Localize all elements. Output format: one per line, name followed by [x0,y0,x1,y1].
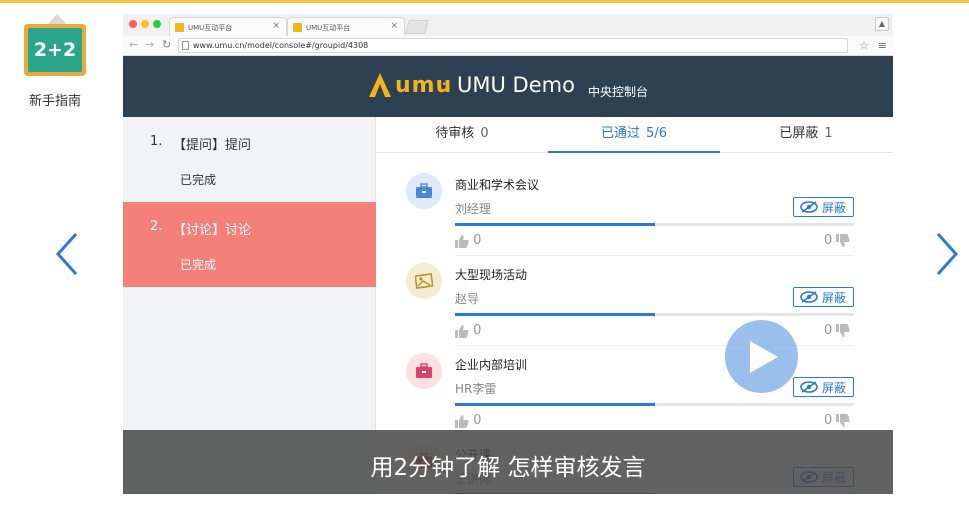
address-bar: ← → ↻ www.umu.cn/model/console#/groupid/… [123,36,893,56]
reload-icon[interactable]: ↻ [162,38,171,51]
browser-tab-active[interactable]: UMU互动平台 × [287,17,405,36]
post-avatar [406,263,442,299]
sidebar-item-title: 【讨论】讨论 [173,223,252,238]
post-item: 商业和学术会议 刘经理 屏蔽 00 [376,153,893,256]
new-tab-button[interactable] [405,20,429,34]
hide-label: 屏蔽 [822,291,847,305]
profile-icon[interactable]: ▲ [875,17,889,31]
eye-hidden-icon [800,291,818,303]
guide-label[interactable]: 新手指南 [18,90,92,109]
app-title: UMU Demo [457,73,575,97]
vote-progress-bar [455,313,854,316]
post-item: 大型现场活动 赵导 屏蔽 00 [376,243,893,346]
forward-icon[interactable]: → [145,38,154,51]
briefcase-icon [416,183,432,198]
hide-label: 屏蔽 [822,201,847,215]
tab-label: 已屏蔽 [779,126,819,141]
sidebar-item-status: 已完成 [180,173,217,187]
url-input[interactable]: www.umu.cn/model/console#/groupid/4308 [178,38,848,53]
guide-pointer [48,14,66,24]
browser-tab-strip: UMU互动平台 × UMU互动平台 × ▲ [123,14,893,36]
play-video-button[interactable] [725,320,798,393]
guide-badge-icon[interactable]: 2+2 [24,24,86,76]
close-window-icon[interactable] [129,20,137,28]
browser-window: UMU互动平台 × UMU互动平台 × ▲ ← → ↻ www.umu.cn/m… [123,14,893,494]
sidebar-item-title: 【提问】提问 [173,138,252,153]
vote-progress-fill [455,223,655,226]
back-icon[interactable]: ← [129,38,138,51]
caption-text: 用2分钟了解 怎样审核发言 [370,455,646,481]
umu-favicon-icon [175,23,184,32]
tab-label: 待审核 [435,126,475,141]
hide-post-button[interactable]: 屏蔽 [793,287,854,307]
app-subtitle: 中央控制台 [588,85,649,99]
browser-tab-title: UMU互动平台 [188,24,233,32]
url-text: www.umu.cn/model/console#/groupid/4308 [193,41,369,50]
sidebar-item-number: 2. [150,219,163,234]
menu-icon[interactable]: ≡ [878,39,887,52]
vote-progress-fill [455,403,655,406]
tab-count: 1 [824,126,833,141]
bookmark-star-icon[interactable]: ☆ [859,39,869,52]
tab-count: 5/6 [646,126,667,141]
post-title: 大型现场活动 [455,268,528,282]
toolbox-icon [416,363,432,378]
page-icon [182,41,189,50]
vote-progress-bar [455,223,854,226]
chevron-left-icon[interactable] [54,232,80,276]
vote-progress-fill [455,313,655,316]
eye-hidden-icon [800,381,818,393]
browser-tab-title: UMU互动平台 [306,24,351,32]
hide-post-button[interactable]: 屏蔽 [793,377,854,397]
post-author: 刘经理 [455,202,492,216]
close-tab-icon[interactable]: × [272,21,280,31]
review-tabs: 待审核 0 已通过 5/6 已屏蔽 1 [376,117,893,153]
sidebar-item-question[interactable]: 1. 【提问】提问 已完成 [123,117,376,202]
umu-favicon-icon [293,23,302,32]
hide-label: 屏蔽 [822,381,847,395]
umu-logo-icon [369,73,391,97]
hide-post-button[interactable]: 屏蔽 [793,197,854,217]
sidebar-item-number: 1. [150,134,163,149]
app-header: umu · UMU Demo 中央控制台 [123,56,893,117]
post-avatar [406,173,442,209]
tab-blocked[interactable]: 已屏蔽 1 [720,117,892,153]
tab-label: 已通过 [601,126,641,141]
post-avatar [406,353,442,389]
post-item: 企业内部培训 HR李雷 屏蔽 00 [376,333,893,436]
play-icon [750,341,778,373]
sidebar-item-status: 已完成 [180,258,217,272]
post-title: 企业内部培训 [455,358,528,372]
tab-approved[interactable]: 已通过 5/6 [548,117,720,153]
guide-badge-text: 2+2 [28,28,82,72]
logo-separator: · [441,72,448,96]
minimize-window-icon[interactable] [141,20,149,28]
browser-tab[interactable]: UMU互动平台 × [169,17,287,36]
vote-progress-bar [455,403,854,406]
post-title: 商业和学术会议 [455,178,540,192]
maximize-window-icon[interactable] [153,20,161,28]
eye-hidden-icon [800,201,818,213]
post-author: 赵导 [455,292,480,306]
photo-icon [415,273,433,289]
post-author: HR李雷 [455,382,497,396]
close-tab-icon[interactable]: × [390,21,398,31]
caption-overlay: 用2分钟了解 怎样审核发言 [123,430,893,494]
sidebar-item-discussion[interactable]: 2. 【讨论】讨论 已完成 [123,202,376,287]
tab-count: 0 [480,126,489,141]
tab-pending[interactable]: 待审核 0 [376,117,548,153]
chevron-right-icon[interactable] [934,232,960,276]
top-accent-line [0,0,969,3]
